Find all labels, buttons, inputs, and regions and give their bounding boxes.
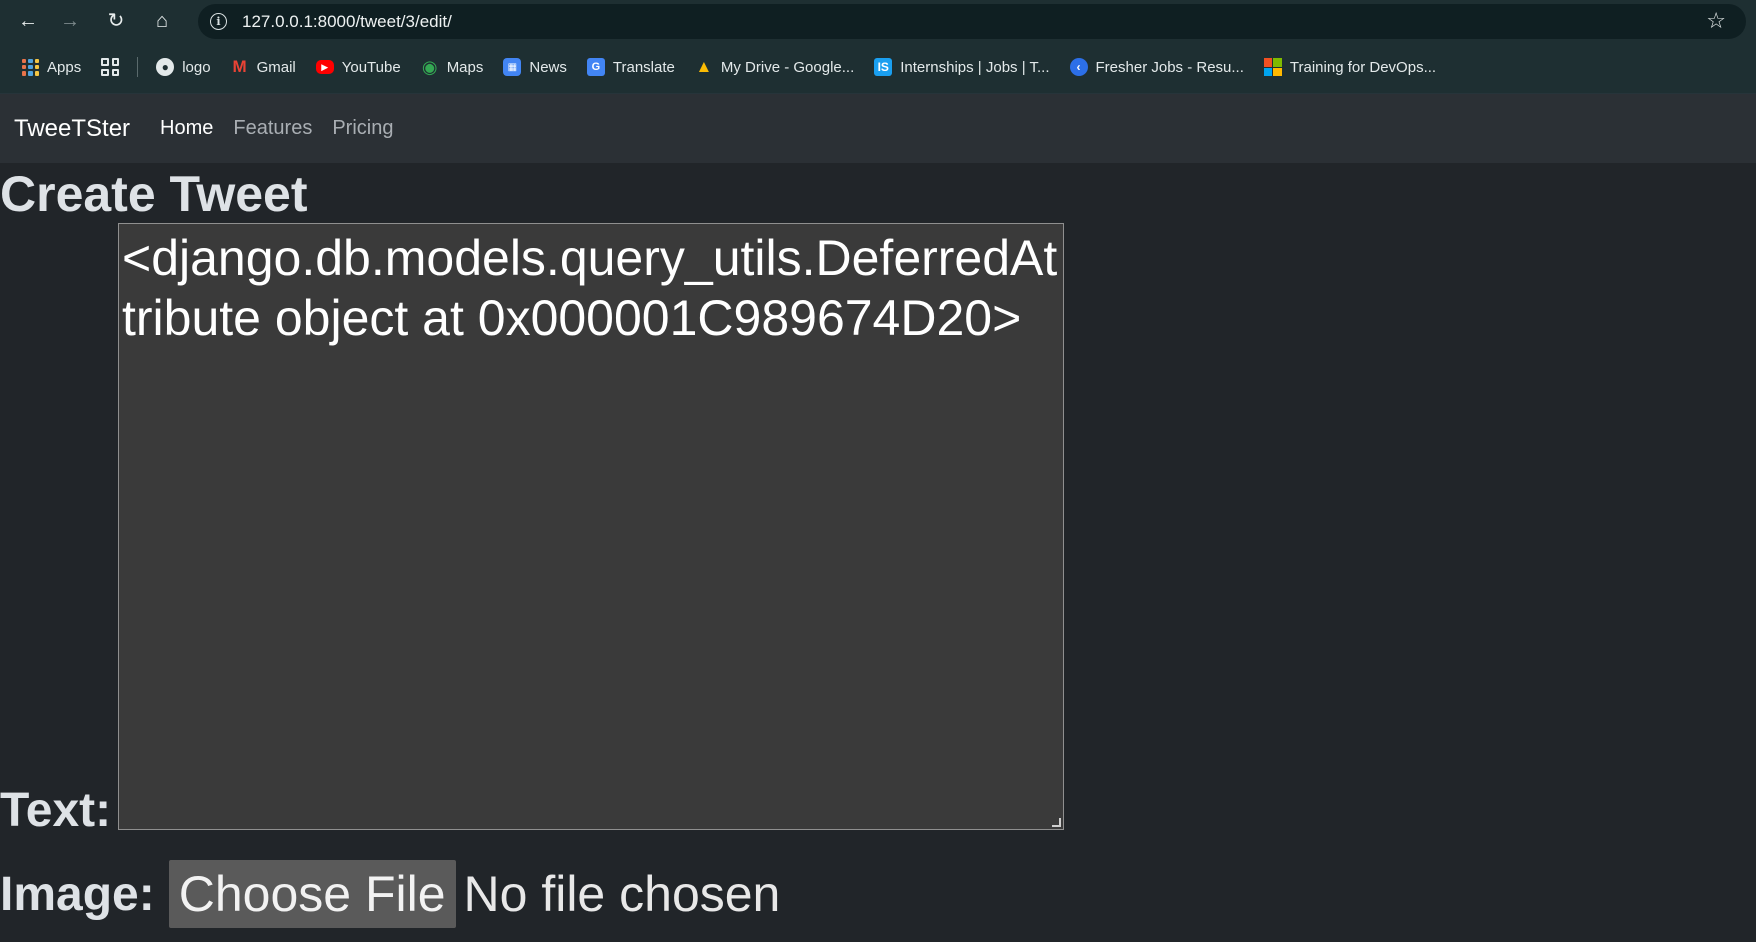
maps-pin-icon: ◉ <box>421 56 438 77</box>
bookmark-label: Apps <box>47 58 82 76</box>
tab-groups-button[interactable] <box>101 58 120 76</box>
bookmark-gmail[interactable]: M Gmail <box>231 57 296 76</box>
fresher-jobs-icon: ‹ <box>1069 58 1088 76</box>
back-arrow-icon[interactable]: ← <box>12 6 44 36</box>
page-title: Create Tweet <box>0 166 308 222</box>
google-drive-icon: ▲ <box>695 57 713 76</box>
bookmark-label: Translate <box>612 58 675 76</box>
bookmark-my-drive[interactable]: ▲ My Drive - Google... <box>695 57 855 76</box>
forward-arrow-icon[interactable]: → <box>54 6 86 36</box>
bookmark-label: YouTube <box>341 58 401 76</box>
tweet-text-value[interactable]: <django.db.models.query_utils.DeferredAt… <box>122 230 1057 346</box>
bookmark-label: Fresher Jobs - Resu... <box>1095 58 1244 76</box>
youtube-icon: ▶ <box>315 60 334 74</box>
bookmark-logo[interactable]: ● logo <box>156 58 211 76</box>
bookmarks-bar: Apps ● logo M Gmail ▶ YouTube ◉ Maps ▦ N… <box>0 47 1756 87</box>
address-bar-row: ← → ↻ ⌂ i 127.0.0.1:8000/tweet/3/edit/ ☆ <box>0 0 1756 43</box>
bookmark-label: logo <box>182 58 211 76</box>
navbar-brand[interactable]: TweeTSter <box>14 115 130 143</box>
globe-icon: ● <box>156 58 175 76</box>
bookmarks-divider <box>137 57 139 77</box>
nav-link-pricing[interactable]: Pricing <box>332 117 393 140</box>
gmail-icon: M <box>232 57 247 76</box>
bookmark-maps[interactable]: ◉ Maps <box>421 56 484 77</box>
resize-grip-icon[interactable] <box>1052 818 1061 827</box>
bookmark-star-icon[interactable]: ☆ <box>1706 8 1726 34</box>
browser-chrome: ← → ↻ ⌂ i 127.0.0.1:8000/tweet/3/edit/ ☆… <box>0 0 1756 93</box>
file-status-text: No file chosen <box>463 866 781 922</box>
internshala-icon: IS <box>874 58 893 76</box>
bookmark-label: Training for DevOps... <box>1289 58 1437 76</box>
site-info-icon[interactable]: i <box>210 13 227 30</box>
bookmark-label: Internships | Jobs | T... <box>900 58 1050 76</box>
google-news-icon: ▦ <box>503 58 522 76</box>
image-label: Image: <box>0 867 155 921</box>
site-navbar: TweeTSter Home Features Pricing <box>0 93 1756 163</box>
bookmark-training-devops[interactable]: Training for DevOps... <box>1263 58 1437 76</box>
bookmark-translate[interactable]: G Translate <box>586 58 675 76</box>
bookmark-internships[interactable]: IS Internships | Jobs | T... <box>874 58 1050 76</box>
text-label: Text: <box>0 784 112 837</box>
reload-icon[interactable]: ↻ <box>100 6 132 36</box>
bookmark-fresher-jobs[interactable]: ‹ Fresher Jobs - Resu... <box>1069 58 1244 76</box>
nav-link-features[interactable]: Features <box>233 117 312 140</box>
bookmark-news[interactable]: ▦ News <box>503 58 567 76</box>
home-icon[interactable]: ⌂ <box>146 6 178 36</box>
url-text[interactable]: 127.0.0.1:8000/tweet/3/edit/ <box>242 12 452 32</box>
bookmark-youtube[interactable]: ▶ YouTube <box>315 58 401 76</box>
apps-grid-icon <box>22 58 39 76</box>
tweet-form: Create Tweet Text: <django.db.models.que… <box>0 163 1756 942</box>
bookmark-apps[interactable]: Apps <box>22 58 82 76</box>
omnibox[interactable]: i 127.0.0.1:8000/tweet/3/edit/ ☆ <box>198 4 1746 39</box>
google-translate-icon: G <box>586 58 605 76</box>
bookmark-label: Gmail <box>256 58 296 76</box>
bookmark-label: News <box>529 58 567 76</box>
bookmark-label: My Drive - Google... <box>720 58 855 76</box>
bookmark-label: Maps <box>446 58 484 76</box>
choose-file-button[interactable]: Choose File <box>168 860 456 928</box>
image-field: Image: Choose File No file chosen <box>0 860 780 928</box>
tweet-text-area[interactable]: <django.db.models.query_utils.DeferredAt… <box>118 223 1064 830</box>
nav-link-home[interactable]: Home <box>160 117 213 140</box>
tab-groups-icon <box>101 58 120 76</box>
microsoft-logo-icon <box>1263 58 1282 76</box>
